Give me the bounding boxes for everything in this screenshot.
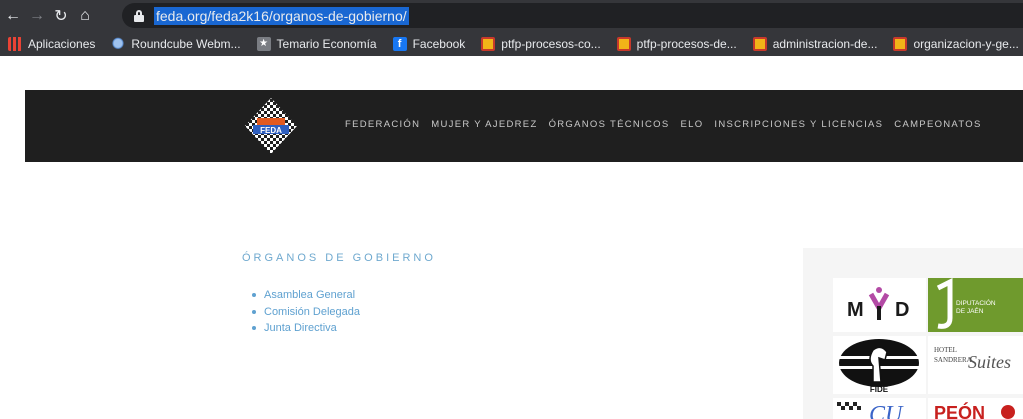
feda-logo[interactable]: FEDA [243, 96, 299, 156]
bookmark-organizacion[interactable]: organizacion-y-ge... [893, 36, 1019, 51]
svg-text:M: M [847, 299, 864, 321]
main-nav: FEDERACIÓN MUJER Y AJEDREZ ÓRGANOS TÉCNI… [345, 119, 993, 130]
nav-item-campeonatos[interactable]: CAMPEONATOS [894, 119, 981, 130]
nav-item-elo[interactable]: ELO [680, 119, 703, 130]
sponsor-hotel-suites-logo[interactable]: HOTEL SANDRERA Suites [928, 336, 1023, 394]
nav-item-mujer-y-ajedrez[interactable]: MUJER Y AJEDREZ [431, 119, 537, 130]
bookmark-facebook[interactable]: f Facebook [392, 36, 465, 51]
nav-item-organos-tecnicos[interactable]: ÓRGANOS TÉCNICOS [549, 119, 670, 130]
link-asamblea-general[interactable]: Asamblea General [252, 287, 360, 304]
sponsor-peon-logo[interactable]: PEÓN [928, 398, 1023, 419]
lock-icon [134, 9, 144, 22]
forward-arrow-icon[interactable]: → [26, 5, 48, 27]
roundcube-icon [111, 36, 126, 51]
spain-gov-icon [481, 36, 496, 51]
bookmark-temario[interactable]: ★ Temario Economía [256, 36, 377, 51]
spain-gov-icon [752, 36, 767, 51]
link-comision-delegada[interactable]: Comisión Delegada [252, 304, 360, 321]
address-bar[interactable]: feda.org/feda2k16/organos-de-gobierno/ [122, 3, 1023, 28]
logo-text: FEDA [260, 126, 282, 135]
sponsor-mvd-logo[interactable]: M D [833, 278, 926, 332]
bookmark-ptfp-co[interactable]: ptfp-procesos-co... [481, 36, 601, 51]
site-header: FEDA FEDERACIÓN MUJER Y AJEDREZ ÓRGANOS … [25, 90, 1023, 162]
nav-item-inscripciones[interactable]: INSCRIPCIONES Y LICENCIAS [714, 119, 883, 130]
bookmark-ptfp-de[interactable]: ptfp-procesos-de... [616, 36, 737, 51]
spain-gov-icon [616, 36, 631, 51]
governance-links: Asamblea General Comisión Delegada Junta… [252, 287, 360, 337]
svg-text:D: D [895, 299, 909, 321]
bookmark-administracion[interactable]: administracion-de... [752, 36, 877, 51]
star-icon: ★ [256, 36, 271, 51]
apps-grid-icon [8, 36, 22, 51]
svg-text:PEÓN: PEÓN [934, 402, 985, 419]
page-title: ÓRGANOS DE GOBIERNO [242, 252, 436, 264]
home-icon[interactable]: ⌂ [74, 5, 96, 27]
svg-text:HOTEL: HOTEL [934, 346, 957, 354]
svg-text:DIPUTACIÓN: DIPUTACIÓN [956, 298, 996, 307]
link-junta-directiva[interactable]: Junta Directiva [252, 320, 360, 337]
svg-text:DE JAÉN: DE JAÉN [956, 306, 984, 315]
sponsors-sidebar: M D DIPUTACIÓN DE JAÉN FIDE HOTEL SANDRE… [803, 248, 1023, 419]
svg-text:CU: CU [869, 402, 904, 419]
bookmark-apps[interactable]: Aplicaciones [8, 36, 95, 51]
bookmarks-bar: Aplicaciones Roundcube Webm... ★ Temario … [0, 31, 1023, 56]
facebook-icon: f [392, 36, 407, 51]
spain-gov-icon [893, 36, 908, 51]
bookmark-roundcube[interactable]: Roundcube Webm... [111, 36, 241, 51]
reload-icon[interactable]: ↻ [50, 5, 72, 27]
svg-text:FIDE: FIDE [870, 385, 889, 394]
sponsor-cu-logo[interactable]: CU [833, 398, 926, 419]
nav-item-federacion[interactable]: FEDERACIÓN [345, 119, 420, 130]
svg-text:Suites: Suites [968, 352, 1011, 372]
url-text[interactable]: feda.org/feda2k16/organos-de-gobierno/ [154, 6, 409, 25]
browser-toolbar: ← → ↻ ⌂ feda.org/feda2k16/organos-de-gob… [0, 0, 1023, 31]
sponsor-fide-logo[interactable]: FIDE [833, 336, 926, 394]
svg-text:SANDRERA: SANDRERA [934, 356, 972, 364]
sponsor-diputacion-jaen-logo[interactable]: DIPUTACIÓN DE JAÉN [928, 278, 1023, 332]
back-arrow-icon[interactable]: ← [2, 5, 24, 27]
